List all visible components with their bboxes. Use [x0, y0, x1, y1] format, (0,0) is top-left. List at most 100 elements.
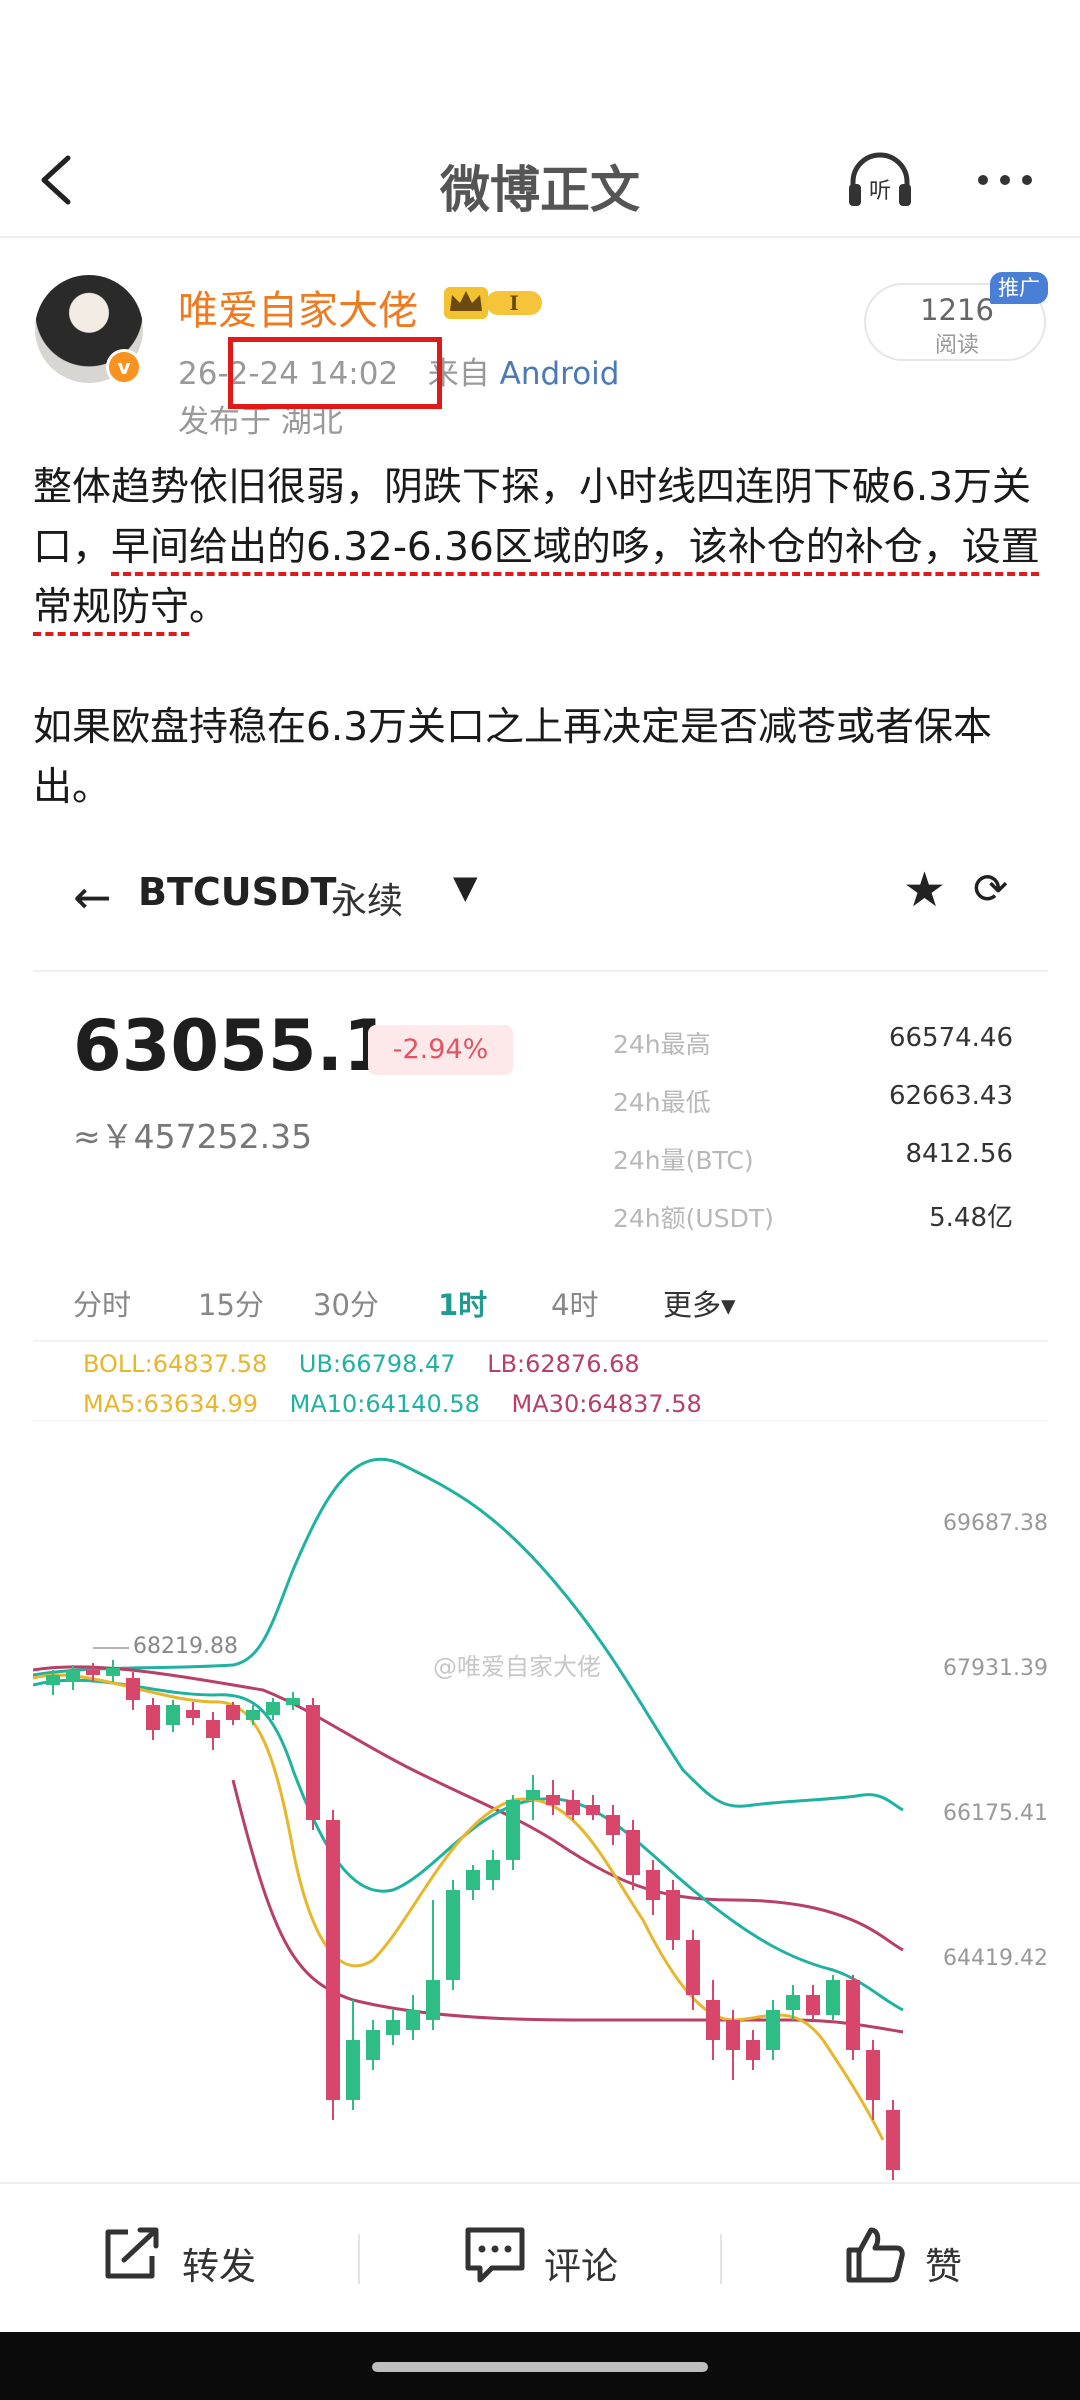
stat-label: 24h量(BTC): [613, 1146, 754, 1175]
weibo-post-page: 微博正文 听 v 唯爱自家大佬 I 26-2-24 14:02 来自 Andro…: [0, 0, 1080, 2400]
repost-label: 转发: [182, 2245, 256, 2288]
level-badge-text: I: [509, 291, 518, 315]
candle-body: [786, 1995, 800, 2010]
tab-more: 更多▾: [663, 1288, 736, 1322]
post-body: 整体趋势依旧很弱，阴跌下探，小时线四连阴下破6.3万关口，早间给出的6.32-6…: [33, 458, 1053, 878]
candle-body: [126, 1678, 140, 1700]
candle-body: [646, 1870, 660, 1900]
comment-button[interactable]: 评论: [462, 2224, 662, 2294]
y-tick-label: 67931.39: [943, 1656, 1048, 1681]
page-title: 微博正文: [440, 161, 640, 219]
candle-body: [386, 2020, 400, 2035]
watermark: @唯爱自家大佬: [433, 1653, 601, 1681]
price-cny: ≈￥457252.35: [73, 1117, 313, 1156]
embedded-back-icon: ←: [73, 870, 112, 924]
candle-body: [346, 2040, 360, 2100]
stat-row: 24h最低 62663.43: [613, 1073, 1033, 1131]
tab-4h: 4时: [551, 1288, 599, 1322]
candle-body: [706, 2000, 720, 2040]
candle-body: [246, 1710, 260, 1720]
headphones-listen-icon[interactable]: 听: [845, 148, 915, 212]
legend-boll: BOLL:64837.58: [83, 1350, 268, 1378]
like-button[interactable]: 赞: [843, 2224, 1023, 2294]
candle-body: [146, 1705, 160, 1730]
comment-icon: [465, 2227, 525, 2283]
crown-level-badge-icon: I: [444, 287, 542, 319]
repost-button[interactable]: 转发: [100, 2224, 300, 2294]
promoted-tag: 推广: [990, 272, 1048, 304]
candle-body: [46, 1675, 60, 1685]
interval-tabs: 分时 15分 30分 1时 4时 更多▾: [33, 1270, 1048, 1340]
candle-body: [546, 1795, 560, 1805]
thumbs-up-icon: [846, 2227, 905, 2283]
tabs-divider: [33, 1340, 1048, 1342]
candle-body: [606, 1815, 620, 1835]
candle-body: [886, 2110, 900, 2170]
repost-icon: [105, 2227, 159, 2279]
post-text-end: 。: [189, 585, 229, 630]
stat-row: 24h最高 66574.46: [613, 1015, 1033, 1073]
candle-body: [486, 1860, 500, 1880]
candle-body: [366, 2030, 380, 2060]
author-name[interactable]: 唯爱自家大佬: [178, 278, 418, 336]
embedded-header: ← BTCUSDT 永续 ▼ ★ ⟳: [33, 830, 1048, 940]
stat-label: 24h最高: [613, 1030, 711, 1059]
embedded-trading-screenshot[interactable]: ← BTCUSDT 永续 ▼ ★ ⟳ 63055.1 -2.94% ≈￥4572…: [33, 830, 1048, 2180]
candle-body: [206, 1720, 220, 1738]
y-tick-label: 64419.42: [943, 1946, 1048, 1971]
candle-body: [66, 1670, 80, 1682]
candle-body: [106, 1668, 120, 1676]
tab-15min: 15分: [198, 1288, 264, 1322]
candle-body: [866, 2050, 880, 2100]
candle-body: [326, 1820, 340, 2100]
legend-ub: UB:66798.47: [298, 1350, 456, 1378]
candle-body: [286, 1698, 300, 1705]
trading-pair: BTCUSDT: [138, 870, 337, 914]
candle-body: [846, 1980, 860, 2050]
candle-body: [226, 1705, 240, 1720]
stat-row: 24h额(USDT) 5.48亿: [613, 1189, 1033, 1247]
stat-value: 5.48亿: [929, 1203, 1013, 1233]
price-change-badge: -2.94%: [368, 1025, 513, 1075]
boll-legend: BOLL:64837.58 UB:66798.47 LB:62876.68: [83, 1350, 664, 1378]
legend-lb: LB:62876.68: [487, 1350, 640, 1378]
embedded-divider: [33, 970, 1048, 972]
home-indicator[interactable]: [372, 2362, 708, 2372]
y-tick-label: 66175.41: [943, 1801, 1048, 1826]
read-label: 阅读: [934, 333, 979, 358]
star-icon: ★: [903, 862, 947, 918]
candle-body: [466, 1870, 480, 1890]
stat-row: 24h量(BTC) 8412.56: [613, 1131, 1033, 1189]
verified-badge-icon: v: [106, 349, 142, 385]
candle-body: [526, 1790, 540, 1800]
contract-type: 永续: [331, 881, 404, 922]
candle-body: [566, 1800, 580, 1815]
ma-legend: MA5:63634.99 MA10:64140.58 MA30:64837.58: [83, 1390, 726, 1418]
price-marker-label: 68219.88: [133, 1634, 238, 1659]
legend-ma30: MA30:64837.58: [511, 1390, 702, 1418]
candle-body: [506, 1800, 520, 1860]
tab-1min: 分时: [73, 1288, 132, 1322]
candle-body: [806, 1995, 820, 2015]
post-source[interactable]: Android: [500, 356, 620, 392]
action-separator: [720, 2234, 722, 2284]
candle-body: [746, 2040, 760, 2060]
stat-value: 8412.56: [905, 1139, 1013, 1169]
system-nav-bar: [0, 2332, 1080, 2400]
more-options-icon[interactable]: [970, 148, 1040, 212]
candle-body: [166, 1705, 180, 1725]
stat-value: 62663.43: [888, 1081, 1013, 1111]
bottom-action-bar: 转发 评论 赞: [0, 2182, 1080, 2332]
legend-ma10: MA10:64140.58: [289, 1390, 480, 1418]
post-paragraph-1: 整体趋势依旧很弱，阴跌下探，小时线四连阴下破6.3万关口，早间给出的6.32-6…: [33, 458, 1053, 638]
candle-body: [266, 1702, 280, 1715]
top-bar: 微博正文 听: [0, 130, 1080, 230]
candle-body: [826, 1980, 840, 2015]
tab-30min: 30分: [313, 1288, 379, 1322]
candle-body: [186, 1710, 200, 1718]
legend-ma5: MA5:63634.99: [83, 1390, 258, 1418]
tab-1h: 1时: [438, 1288, 488, 1322]
candle-body: [426, 1980, 440, 2020]
post-text-underlined: 早间给出的6.32-6.36区域的哆，该补仓的补仓，设置常规防守: [33, 525, 1040, 630]
like-label: 赞: [925, 2245, 962, 2288]
